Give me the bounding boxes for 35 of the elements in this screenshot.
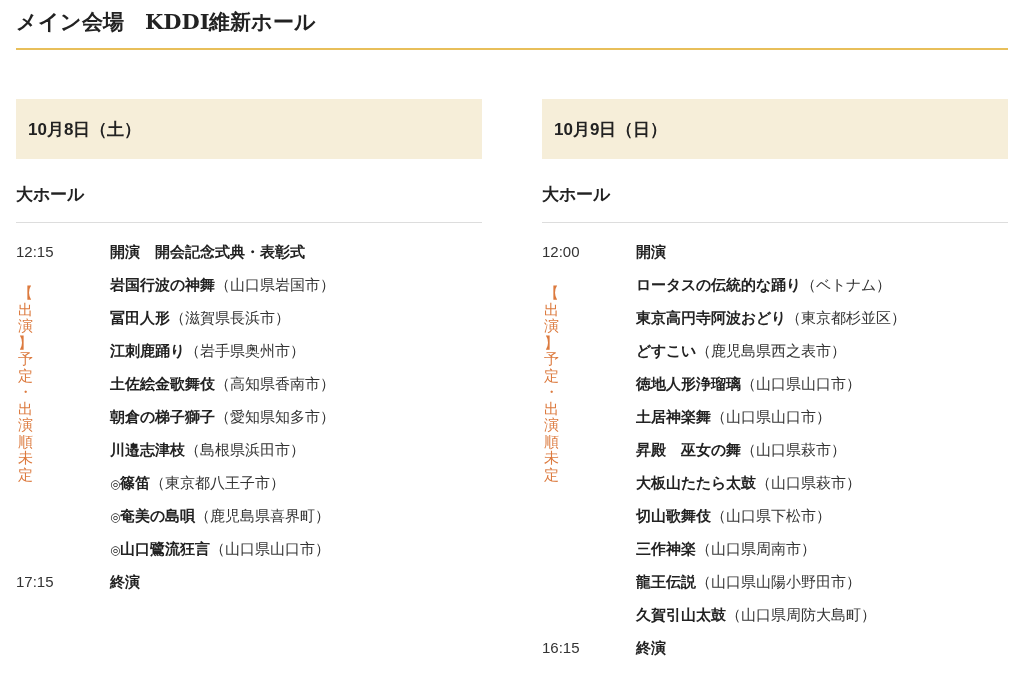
hall-name: 大ホール: [542, 159, 1008, 223]
program-item: 三作神楽（山口県周南市）: [636, 540, 816, 559]
program-item: ◎山口鷺流狂言（山口県山口市）: [110, 540, 331, 559]
program-item: 大板山たたら太鼓（山口県萩市）: [636, 474, 861, 493]
program-item: 久賀引山太鼓（山口県周防大島町）: [636, 606, 876, 625]
time-label: 16:15: [542, 639, 580, 656]
program-item: 昇殿 巫女の舞（山口県萩市）: [636, 441, 846, 460]
program-item: ロータスの伝統的な踊り（ベトナム）: [636, 276, 891, 295]
time-label: 12:00: [542, 243, 580, 260]
program-item: ◎篠笛（東京都八王子市）: [110, 474, 286, 493]
program-item: 東京高円寺阿波おどり（東京都杉並区）: [636, 309, 906, 328]
program-item: 終演: [110, 573, 140, 592]
program-item: 岩国行波の神舞（山口県岩国市）: [110, 276, 335, 295]
hall-name: 大ホール: [16, 159, 482, 223]
program-item: 土居神楽舞（山口県山口市）: [636, 408, 831, 427]
program-item: 江刺鹿踊り（岩手県奥州市）: [110, 342, 305, 361]
program-item: 終演: [636, 639, 666, 658]
program-item: 龍王伝説（山口県山陽小野田市）: [636, 573, 861, 592]
date-header: 10月8日（土）: [16, 99, 482, 159]
program-item: 川邉志津枝（島根県浜田市）: [110, 441, 305, 460]
program-item: どすこい（鹿児島県西之表市）: [636, 342, 846, 361]
date-header: 10月9日（日）: [542, 99, 1008, 159]
order-note: 【出演】予定・出演順未定: [544, 285, 559, 483]
program-item: 切山歌舞伎（山口県下松市）: [636, 507, 831, 526]
order-note: 【出演】予定・出演順未定: [18, 285, 33, 483]
program-item: 徳地人形浄瑠璃（山口県山口市）: [636, 375, 861, 394]
time-label: 12:15: [16, 243, 54, 260]
program-item: ◎奄美の島唄（鹿児島県喜界町）: [110, 507, 331, 526]
program-item: 朝倉の梯子獅子（愛知県知多市）: [110, 408, 335, 427]
program-item: 土佐絵金歌舞伎（高知県香南市）: [110, 375, 335, 394]
program-item: 開演: [636, 243, 666, 262]
venue-title: メイン会場 KDDI維新ホール: [16, 8, 1008, 50]
program-item: 冨田人形（滋賀県長浜市）: [110, 309, 290, 328]
program-item: 開演 開会記念式典・表彰式: [110, 243, 305, 262]
time-label: 17:15: [16, 573, 54, 590]
